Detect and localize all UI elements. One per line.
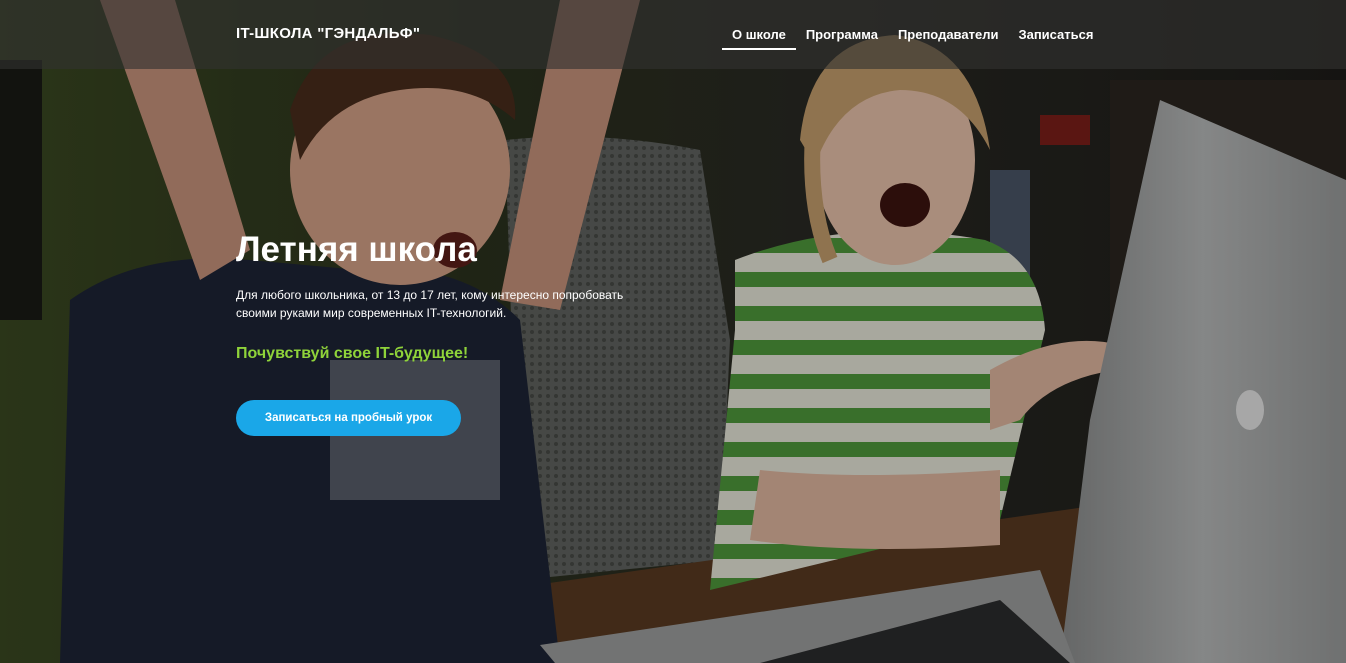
hero-tagline: Почувствуй свое IT-будущее! xyxy=(236,345,469,362)
hero-title: Летняя школа xyxy=(236,230,477,269)
top-navbar: IT-ШКОЛА "ГЭНДАЛЬФ" О школе Программа Пр… xyxy=(0,0,1346,69)
nav-item-program[interactable]: Программа xyxy=(796,26,888,50)
brand-logo-text[interactable]: IT-ШКОЛА "ГЭНДАЛЬФ" xyxy=(236,25,420,42)
main-nav: О школе Программа Преподаватели Записать… xyxy=(722,26,1103,50)
nav-item-signup[interactable]: Записаться xyxy=(1008,26,1103,50)
hero-section: IT-ШКОЛА "ГЭНДАЛЬФ" О школе Программа Пр… xyxy=(0,0,1346,663)
hero-description: Для любого школьника, от 13 до 17 лет, к… xyxy=(236,288,624,320)
nav-item-teachers[interactable]: Преподаватели xyxy=(888,26,1009,50)
nav-item-about[interactable]: О школе xyxy=(722,26,796,50)
trial-lesson-signup-button[interactable]: Записаться на пробный урок xyxy=(236,400,461,436)
hero-content: Летняя школа Для любого школьника, от 13… xyxy=(236,224,696,363)
